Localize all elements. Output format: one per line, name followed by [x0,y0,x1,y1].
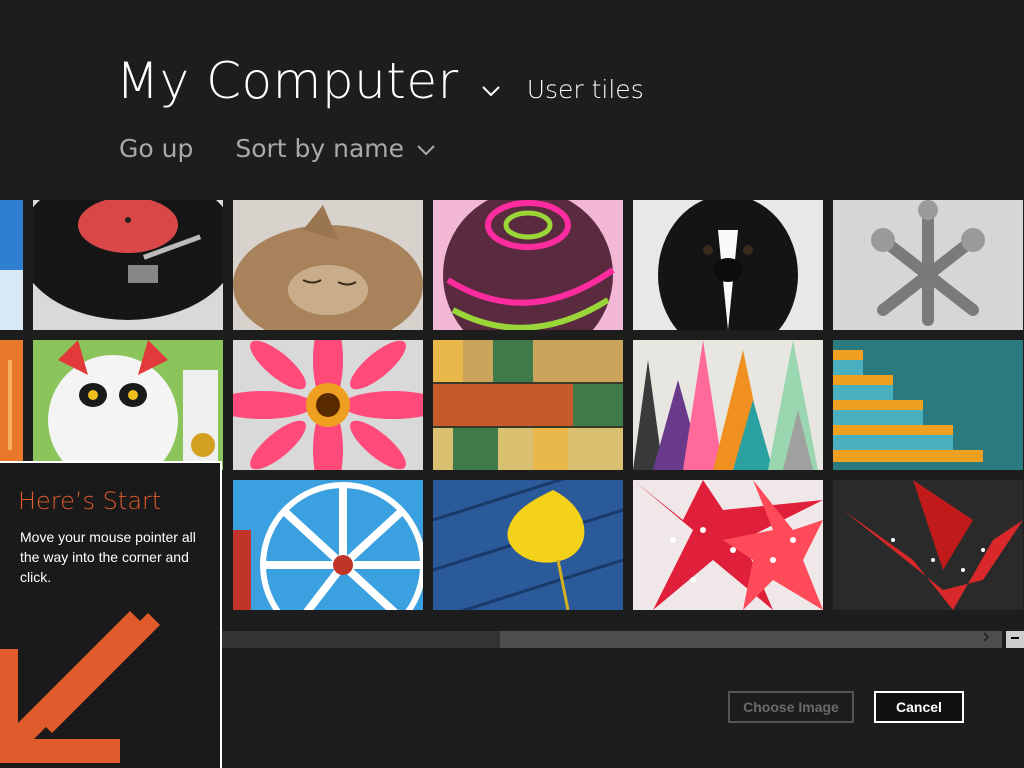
image-tile-kitten[interactable] [233,200,423,330]
horizontal-scrollbar[interactable] [222,631,1002,648]
scroll-right-icon[interactable] [979,631,993,648]
image-tile-partial[interactable] [0,340,23,470]
cancel-button[interactable]: Cancel [874,691,964,723]
image-tile-crayons[interactable] [633,340,823,470]
image-tile-paper-stars[interactable] [633,480,823,610]
image-tile-ferris-wheel[interactable] [233,480,423,610]
image-tile-striped-ball[interactable] [433,200,623,330]
scrollbar-thumb[interactable] [222,631,500,648]
image-tile-pink-flower[interactable] [233,340,423,470]
image-tile-yellow-leaf[interactable] [433,480,623,610]
zoom-out-icon[interactable] [1006,631,1024,648]
image-tile-turntable[interactable] [33,200,223,330]
image-tile-jacks[interactable] [833,200,1023,330]
start-tip-panel: Here’s Start Move your mouse pointer all… [0,461,222,768]
image-tile-partial[interactable] [0,200,23,330]
image-tile-lucky-cat[interactable] [33,340,223,470]
image-tile-dog[interactable] [633,200,823,330]
image-tile-paper-crane[interactable] [833,480,1023,610]
image-tile-yarn[interactable] [433,340,623,470]
arrow-down-left-icon [0,611,160,763]
image-tile-stairs[interactable] [833,340,1023,470]
choose-image-button[interactable]: Choose Image [728,691,854,723]
